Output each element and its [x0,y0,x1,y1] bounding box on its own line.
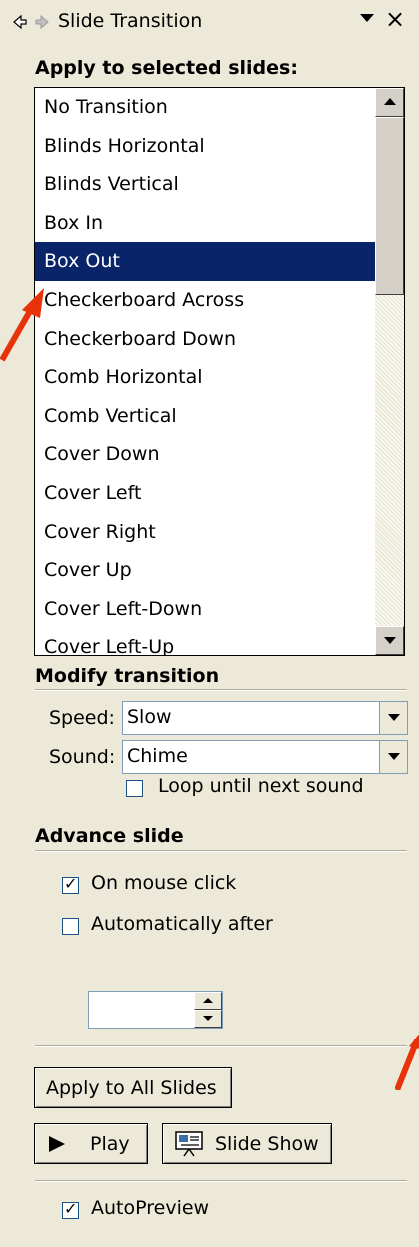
on-mouse-click-checkbox[interactable]: ✓ [62,874,79,894]
spinner-buttons [194,992,222,1028]
on-mouse-click-label: On mouse click [91,872,237,894]
transition-list-item[interactable]: Blinds Horizontal [35,127,375,166]
speed-value: Slow [127,706,172,728]
transition-list-item[interactable]: Box In [35,204,375,243]
advance-divider [35,850,407,852]
transition-list-item[interactable]: Cover Up [35,551,375,590]
apply-to-all-slides-button[interactable]: Apply to All Slides [34,1067,232,1108]
forward-icon[interactable] [34,14,50,30]
transition-list: No Transition Blinds Horizontal Blinds Ver… [35,88,375,655]
slide-show-icon [175,1131,203,1157]
automatically-after-checkbox[interactable] [62,918,79,935]
scroll-thumb[interactable] [375,117,404,295]
buttons-divider [35,1045,407,1047]
transition-list-item[interactable]: Cover Left-Up [35,628,375,655]
sound-value: Chime [127,745,188,767]
transition-list-item[interactable]: Comb Horizontal [35,358,375,397]
modify-section-heading: Modify transition [35,665,220,687]
speed-label: Speed: [49,707,115,729]
transition-list-item[interactable]: Cover Left-Down [35,590,375,629]
modify-divider [35,689,407,691]
scroll-up-arrow-icon [384,98,396,105]
autopreview-divider [35,1180,407,1182]
loop-label: Loop until next sound [158,775,364,797]
listbox-scrollbar[interactable] [375,88,404,655]
spin-up-button[interactable] [194,992,222,1010]
slide-show-label: Slide Show [215,1133,319,1155]
speed-select[interactable]: Slow [122,701,408,735]
close-icon[interactable]: × [385,5,405,33]
scroll-down-arrow-icon [384,637,396,644]
spin-down-button[interactable] [194,1010,222,1028]
transition-list-item[interactable]: Comb Vertical [35,397,375,436]
chevron-down-icon [388,753,400,760]
transition-list-item[interactable]: Cover Down [35,435,375,474]
apply-section-heading: Apply to selected slides: [35,57,298,79]
transition-list-item[interactable]: Box Out [35,242,375,281]
scroll-down-button[interactable] [375,626,404,655]
pane-title: Slide Transition [58,10,203,32]
spin-down-icon [203,1016,213,1021]
checkmark-icon: ✓ [64,874,78,893]
speed-dropdown-button[interactable] [379,702,407,734]
auto-time-spinner[interactable] [88,991,223,1029]
transition-list-item[interactable]: Checkerboard Down [35,320,375,359]
play-label: Play [90,1133,130,1155]
slide-show-button[interactable]: Slide Show [162,1123,332,1164]
transition-listbox[interactable]: No Transition Blinds Horizontal Blinds Ver… [34,87,405,656]
play-icon [49,1136,65,1152]
apply-to-all-label: Apply to All Slides [46,1077,217,1099]
transition-list-item[interactable]: Cover Left [35,474,375,513]
spin-up-icon [203,998,213,1003]
sound-label: Sound: [49,746,116,768]
transition-list-item[interactable]: No Transition [35,88,375,127]
autopreview-checkbox[interactable]: ✓ [62,1199,79,1219]
sound-select[interactable]: Chime [122,740,408,774]
advance-section-heading: Advance slide [35,825,184,847]
chevron-down-icon [388,714,400,721]
transition-list-item[interactable]: Blinds Vertical [35,165,375,204]
play-button[interactable]: Play [34,1123,148,1164]
pane-menu-dropdown-icon[interactable] [360,14,374,22]
autopreview-label: AutoPreview [91,1197,210,1219]
scroll-up-button[interactable] [375,88,404,117]
loop-checkbox[interactable] [126,780,143,797]
transition-list-item[interactable]: Checkerboard Across [35,281,375,320]
transition-list-item[interactable]: Cover Right [35,513,375,552]
automatically-after-label: Automatically after [91,913,273,935]
checkmark-icon: ✓ [64,1199,78,1218]
sound-dropdown-button[interactable] [379,741,407,773]
back-icon[interactable] [12,14,28,30]
